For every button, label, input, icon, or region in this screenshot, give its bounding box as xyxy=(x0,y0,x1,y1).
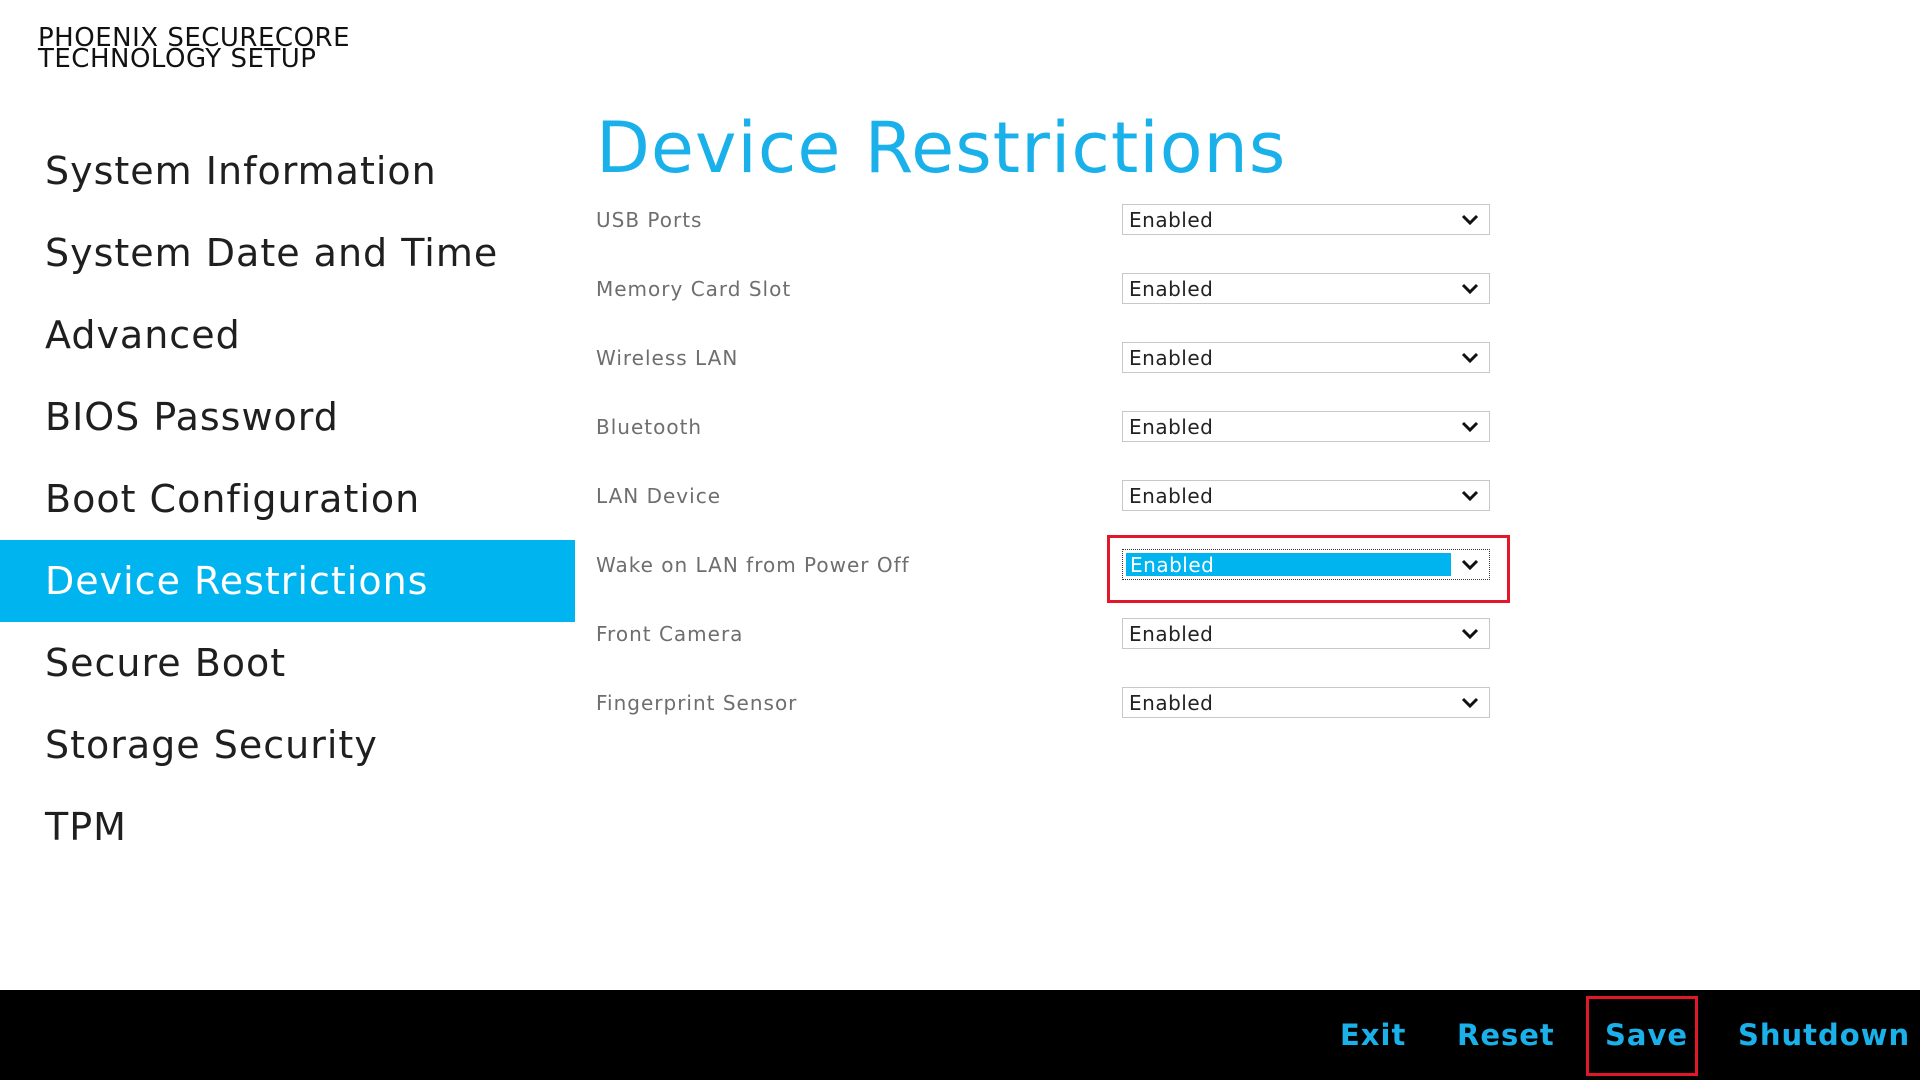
select-value: Enabled xyxy=(1126,553,1451,577)
sidebar-item-boot-configuration[interactable]: Boot Configuration xyxy=(0,458,575,540)
setting-row-front-camera: Front Camera Enabled xyxy=(596,614,1576,683)
sidebar-item-label: System Information xyxy=(45,149,437,193)
chevron-down-icon xyxy=(1451,688,1489,717)
setting-row-memory-card-slot: Memory Card Slot Enabled xyxy=(596,269,1576,338)
select-value: Enabled xyxy=(1129,621,1214,646)
reset-button[interactable]: Reset xyxy=(1457,990,1555,1080)
memory-card-slot-select[interactable]: Enabled xyxy=(1122,273,1490,304)
sidebar-item-label: Secure Boot xyxy=(45,641,287,685)
fingerprint-sensor-select[interactable]: Enabled xyxy=(1122,687,1490,718)
settings-panel: Device Restrictions USB Ports Enabled Me… xyxy=(596,108,1576,752)
setting-row-wake-on-lan: Wake on LAN from Power Off Enabled xyxy=(596,535,1576,614)
sidebar-item-system-information[interactable]: System Information xyxy=(0,130,575,212)
save-button[interactable]: Save xyxy=(1605,990,1688,1080)
chevron-down-icon xyxy=(1451,205,1489,234)
select-value: Enabled xyxy=(1129,207,1214,232)
lan-device-select[interactable]: Enabled xyxy=(1122,480,1490,511)
setting-label: Memory Card Slot xyxy=(596,277,792,301)
sidebar-item-label: TPM xyxy=(45,805,127,849)
brand-line-2: TECHNOLOGY SETUP xyxy=(38,44,317,74)
sidebar-nav: System Information System Date and Time … xyxy=(0,130,575,868)
setting-label: USB Ports xyxy=(596,208,703,232)
select-value: Enabled xyxy=(1129,690,1214,715)
setting-label: Front Camera xyxy=(596,622,744,646)
shutdown-button[interactable]: Shutdown xyxy=(1738,990,1910,1080)
brand-title: PHOENIX SECURECORE TECHNOLOGY SETUP xyxy=(38,25,350,74)
wireless-lan-select[interactable]: Enabled xyxy=(1122,342,1490,373)
setting-label: Bluetooth xyxy=(596,415,703,439)
sidebar-item-label: Advanced xyxy=(45,313,241,357)
select-value: Enabled xyxy=(1129,414,1214,439)
sidebar-item-label: BIOS Password xyxy=(45,395,339,439)
sidebar-item-system-date-and-time[interactable]: System Date and Time xyxy=(0,212,575,294)
chevron-down-icon xyxy=(1451,343,1489,372)
sidebar-item-tpm[interactable]: TPM xyxy=(0,786,575,868)
sidebar-item-device-restrictions[interactable]: Device Restrictions xyxy=(0,540,575,622)
chevron-down-icon xyxy=(1451,619,1489,648)
usb-ports-select[interactable]: Enabled xyxy=(1122,204,1490,235)
select-value: Enabled xyxy=(1129,276,1214,301)
sidebar-item-bios-password[interactable]: BIOS Password xyxy=(0,376,575,458)
select-value: Enabled xyxy=(1129,345,1214,370)
sidebar-item-secure-boot[interactable]: Secure Boot xyxy=(0,622,575,704)
sidebar-item-label: Storage Security xyxy=(45,723,378,767)
sidebar-item-storage-security[interactable]: Storage Security xyxy=(0,704,575,786)
wake-on-lan-select[interactable]: Enabled xyxy=(1122,549,1490,580)
sidebar-item-advanced[interactable]: Advanced xyxy=(0,294,575,376)
chevron-down-icon xyxy=(1451,412,1489,441)
sidebar-item-label: Device Restrictions xyxy=(45,559,429,603)
chevron-down-icon xyxy=(1451,481,1489,510)
setting-label: Wireless LAN xyxy=(596,346,739,370)
setting-row-bluetooth: Bluetooth Enabled xyxy=(596,407,1576,476)
exit-button[interactable]: Exit xyxy=(1340,990,1406,1080)
chevron-down-icon xyxy=(1451,274,1489,303)
chevron-down-icon xyxy=(1451,550,1489,579)
setting-row-wireless-lan: Wireless LAN Enabled xyxy=(596,338,1576,407)
select-value: Enabled xyxy=(1129,483,1214,508)
page-title: Device Restrictions xyxy=(596,107,1287,189)
setting-label: LAN Device xyxy=(596,484,721,508)
setting-label: Fingerprint Sensor xyxy=(596,691,798,715)
sidebar-item-label: Boot Configuration xyxy=(45,477,421,521)
setting-row-usb-ports: USB Ports Enabled xyxy=(596,200,1576,269)
bios-setup-screen: PHOENIX SECURECORE TECHNOLOGY SETUP Syst… xyxy=(0,0,1920,1080)
setting-row-fingerprint-sensor: Fingerprint Sensor Enabled xyxy=(596,683,1576,752)
sidebar-item-label: System Date and Time xyxy=(45,231,499,275)
setting-label: Wake on LAN from Power Off xyxy=(596,553,910,577)
bluetooth-select[interactable]: Enabled xyxy=(1122,411,1490,442)
front-camera-select[interactable]: Enabled xyxy=(1122,618,1490,649)
bottom-action-bar: Exit Reset Save Shutdown xyxy=(0,990,1920,1080)
